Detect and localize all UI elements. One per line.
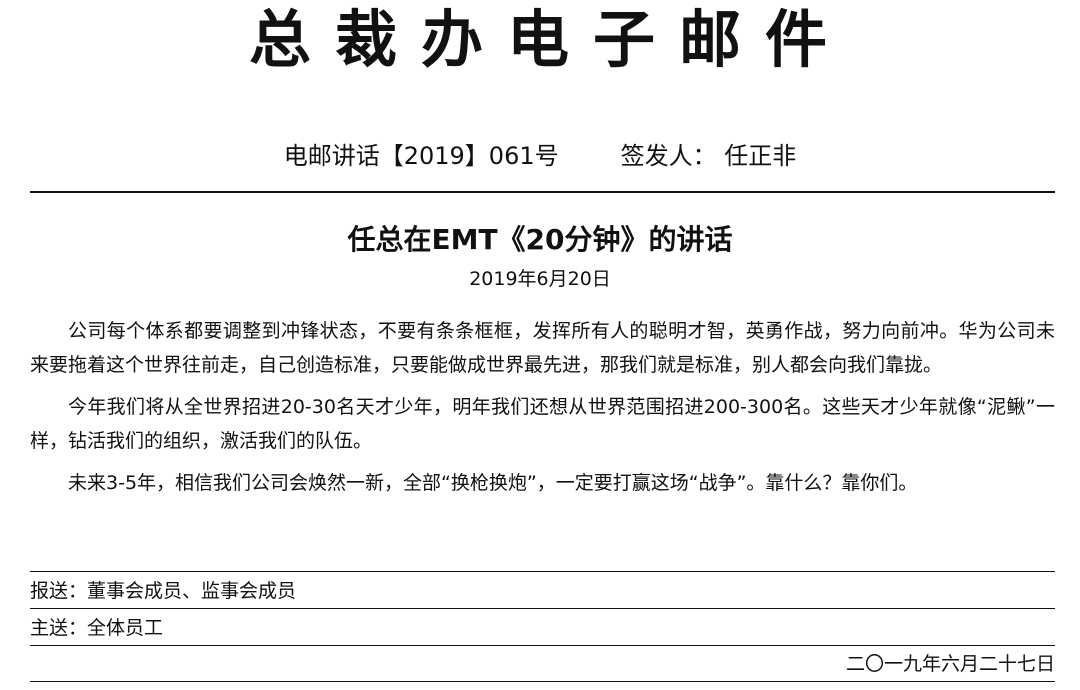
header-divider [30, 191, 1055, 193]
article-title: 任总在EMT《20分钟》的讲话 [347, 223, 733, 256]
masthead-title: 总裁办电子邮件 [248, 3, 851, 76]
report-to: 报送：董事会成员、监事会成员 [30, 580, 297, 602]
footer-divider-bottom [30, 681, 1055, 682]
footer-divider [30, 608, 1055, 609]
footer-divider [30, 645, 1055, 646]
email-document: 总裁办电子邮件 电邮讲话【2019】061号 签发人： 任正非 任总在EMT《20… [0, 0, 1080, 690]
paragraph: 今年我们将从全世界招进20-30名天才少年，明年我们还想从世界范围招进200-3… [30, 396, 1055, 452]
footer-divider-top [30, 571, 1055, 572]
send-to: 主送：全体员工 [30, 617, 164, 639]
document-info: 电邮讲话【2019】061号 签发人： 任正非 [0, 137, 1080, 175]
article-date: 2019年6月20日 [469, 268, 611, 290]
paragraph: 未来3-5年，相信我们公司会焕然一新，全部“换枪换炮”，一定要打赢这场“战争”。… [68, 472, 918, 494]
issue-date: 二〇一九年六月二十七日 [845, 653, 1055, 675]
document-number: 电邮讲话【2019】061号 [283, 142, 559, 170]
article-body: 公司每个体系都要调整到冲锋状态，不要有条条框框，发挥所有人的聪明才智，英勇作战，… [30, 314, 1055, 508]
issuer: 签发人： 任正非 [620, 142, 797, 170]
paragraph: 公司每个体系都要调整到冲锋状态，不要有条条框框，发挥所有人的聪明才智，英勇作战，… [30, 320, 1055, 376]
